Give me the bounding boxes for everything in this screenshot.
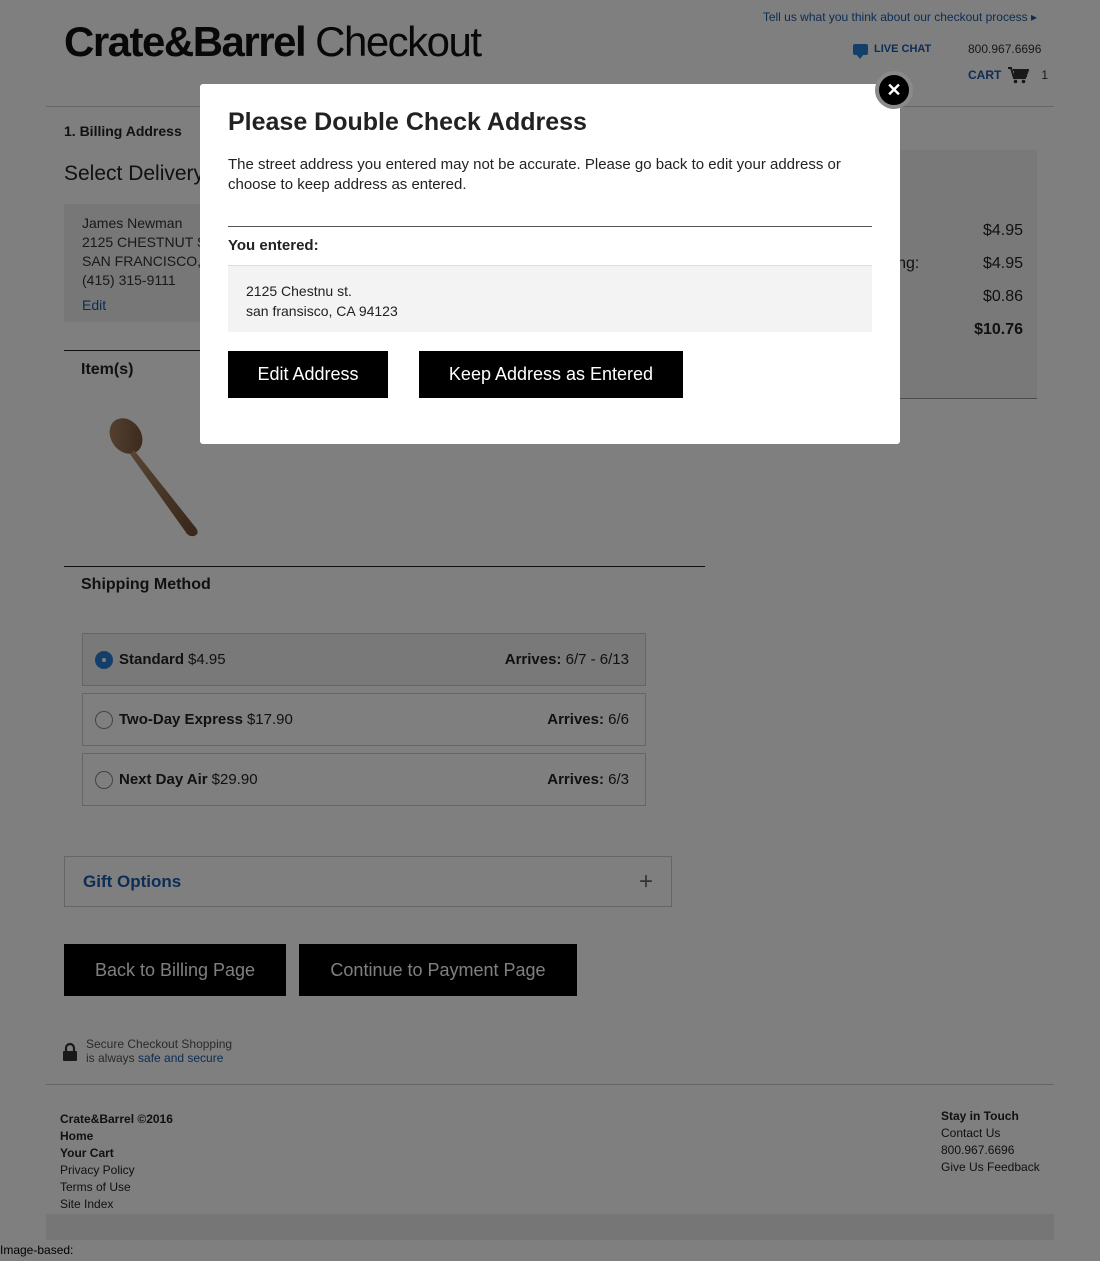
entered-address-line-2: san fransisco, CA 94123 [246, 303, 398, 319]
entered-address-box: 2125 Chestnu st. san fransisco, CA 94123 [228, 265, 872, 332]
modal-divider [228, 226, 872, 227]
edit-address-button[interactable]: Edit Address [228, 351, 388, 398]
entered-address-line-1: 2125 Chestnu st. [246, 283, 352, 299]
close-icon[interactable]: ✕ [875, 71, 913, 109]
address-check-modal: Please Double Check Address The street a… [200, 84, 900, 444]
keep-address-button[interactable]: Keep Address as Entered [419, 351, 683, 398]
entered-label: You entered: [228, 237, 319, 254]
modal-message: The street address you entered may not b… [228, 156, 841, 193]
modal-title: Please Double Check Address [228, 108, 587, 136]
